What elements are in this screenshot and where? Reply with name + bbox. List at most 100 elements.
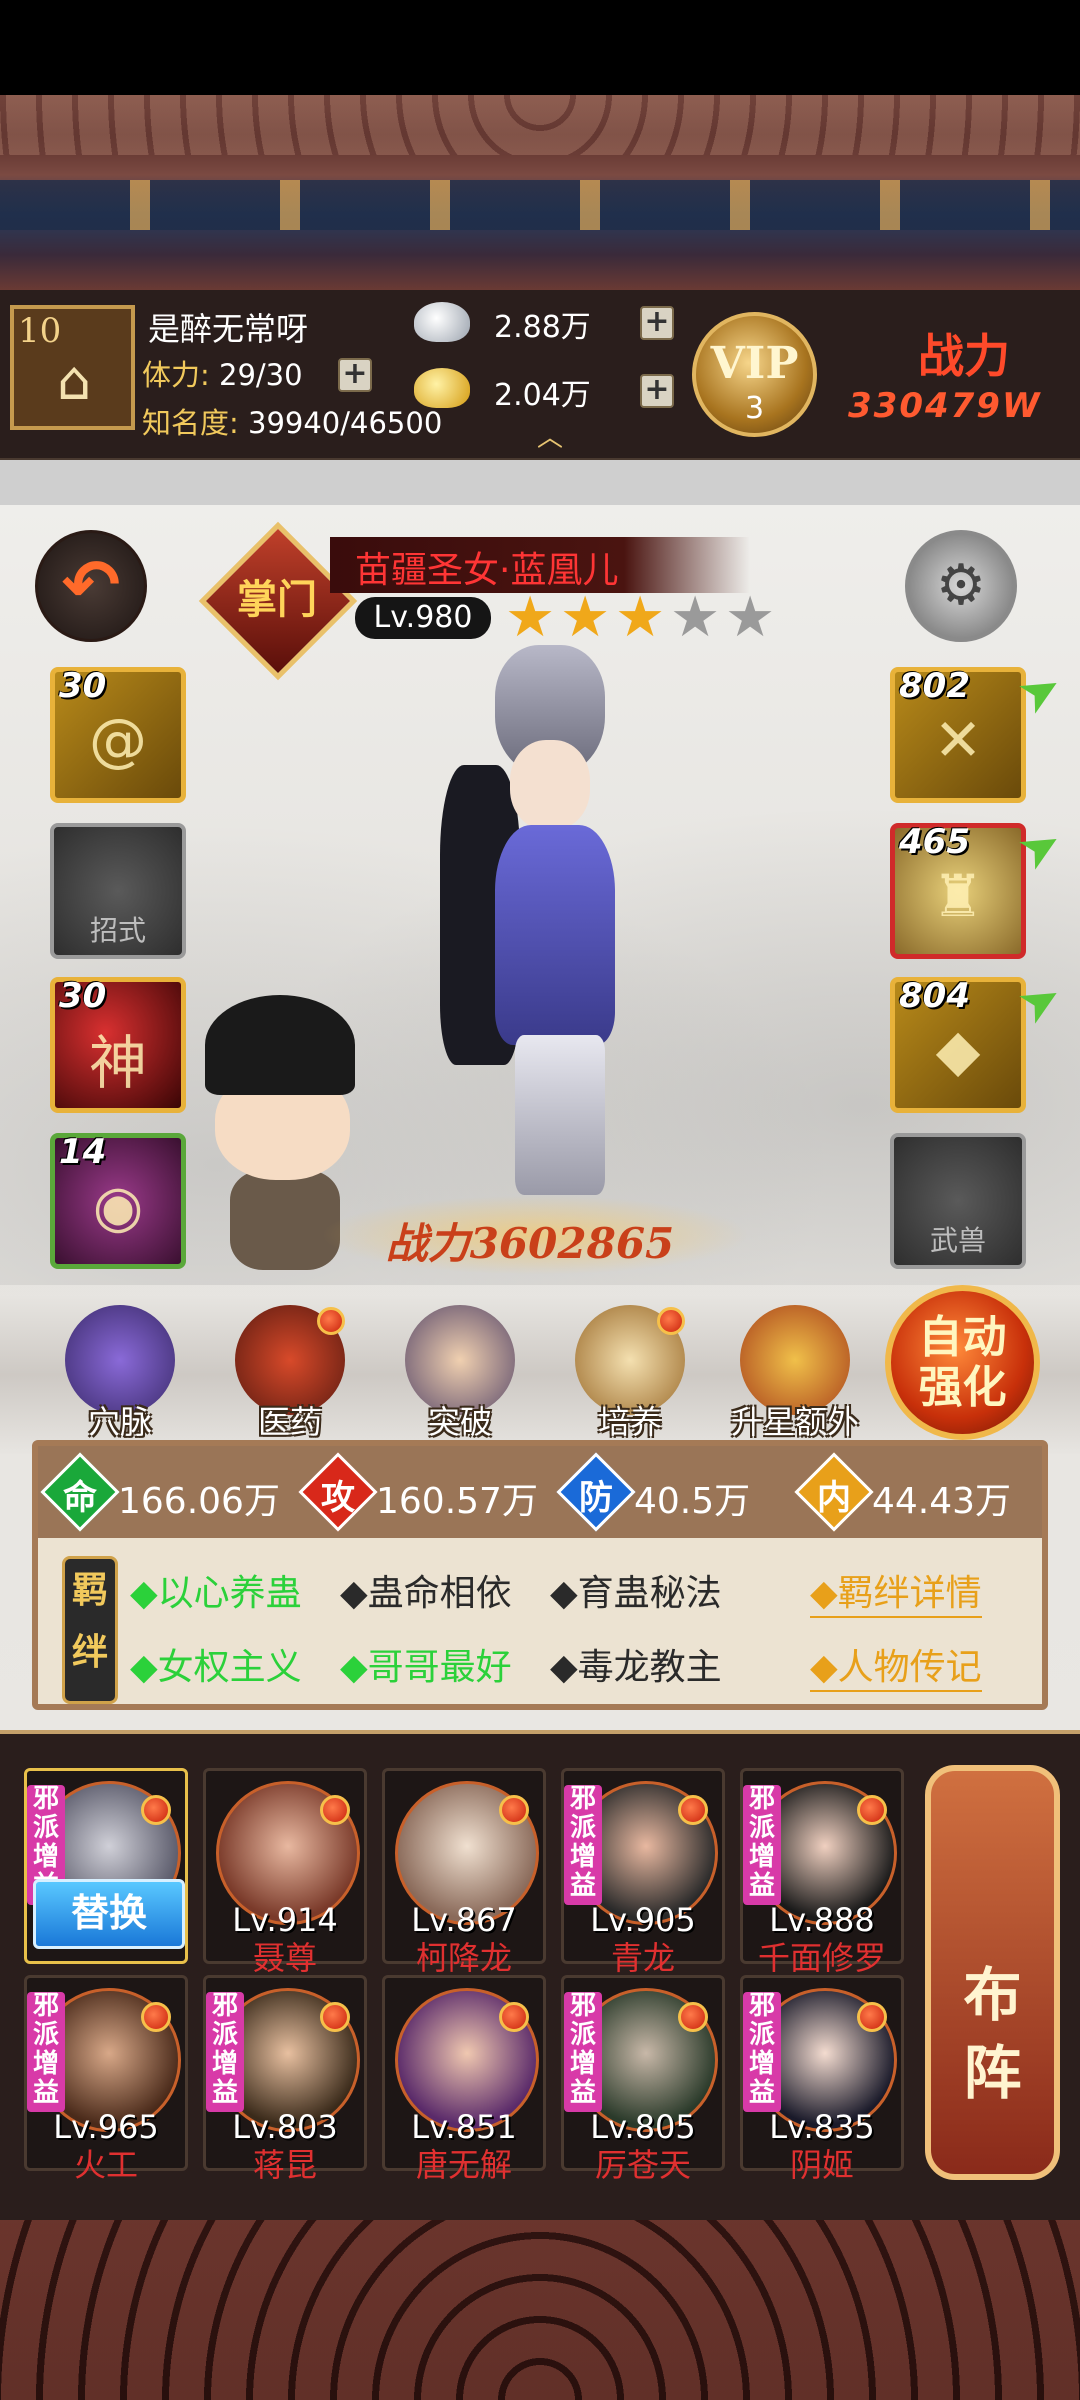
auto-enhance-button[interactable]: 自动 强化 [885,1285,1040,1440]
expand-chevron-icon[interactable]: ︿ [525,425,575,451]
equip-slot-1[interactable]: ✕ 802 ➤ [890,655,1073,803]
hero-card-name: 青龙 [610,1939,675,1977]
faction-tag: 邪派增益 [206,1992,244,2112]
hero-power: 战力3602865 [385,1219,675,1268]
slot-level: 14 [59,1132,107,1172]
function-label: 突破 [427,1403,492,1441]
hero-card[interactable]: 邪派增益 Lv.803 蒋昆 [203,1975,367,2184]
skill-slot-4[interactable]: ◉ 14 [50,1132,186,1269]
beast-slot-empty[interactable]: 武兽 [890,1133,1026,1269]
stamina-value: 29/30 [219,358,303,392]
weapon-icon: ✕ [933,706,983,774]
status-bar [0,0,1080,95]
stat-value: 160.57万 [376,1481,538,1522]
bond-seal: 羁绊 [62,1556,118,1704]
notification-dot [857,1795,887,1825]
stat-value: 166.06万 [118,1481,280,1522]
player-info-bar: 10 ⌂ 是醉无常呀 体力: 29/30 + 知名度: 39940/46500 … [0,290,1080,460]
add-silver-button[interactable]: + [640,306,674,340]
notification-dot [678,1795,708,1825]
auto-enhance-line1: 自动 [918,1312,1007,1363]
hero-card-name: 阴姬 [789,2146,854,2184]
slot-label: 武兽 [929,1224,986,1257]
footer-tiles [0,2220,1080,2400]
medicine-button[interactable]: 医药 [225,1305,355,1450]
notification-dot [499,1795,529,1825]
orb-skill-icon: ◉ [92,1172,144,1240]
hero-card-name: 柯降龙 [415,1939,512,1977]
add-gold-button[interactable]: + [640,374,674,408]
bond-seal-text: 羁绊 [71,1569,108,1673]
star-icon: ★ [615,585,666,650]
player-level: 10 [18,311,62,351]
star-empty-icon: ★ [670,585,721,650]
stat-value: 44.43万 [872,1481,1012,1522]
stat-icon-label: 命 [63,1478,97,1518]
biography-link[interactable]: ◆人物传记 [810,1638,982,1692]
player-name: 是醉无常呀 [148,310,309,348]
stamina-label: 体力: [142,358,210,392]
hero-card[interactable]: Lv.914 聂尊 [203,1768,367,1977]
hero-card[interactable]: Lv.867 柯降龙 [382,1768,546,1977]
acupoint-button[interactable]: 穴脉 [55,1305,185,1450]
vip-badge[interactable]: VIP 3 [692,312,817,437]
hero-card[interactable]: 邪派增益 Lv.905 青龙 [561,1768,725,1977]
hero-card-name: 聂尊 [252,1939,317,1977]
formation-line1: 布 [963,1961,1022,2029]
slot-level: 465 [899,822,970,862]
roof-beams [0,180,1080,230]
gems-icon: ◆ [935,1016,981,1084]
hero-card[interactable]: 邪派增益 Lv.965 火工 [24,1975,188,2184]
notification-dot [141,2002,171,2032]
hero-card[interactable]: 邪派增益 Lv.888 千面修罗 [740,1768,904,1977]
stat-icon-label: 内 [817,1478,851,1518]
breakthrough-button[interactable]: 突破 [395,1305,525,1450]
notification-dot [857,2002,887,2032]
mount-button[interactable]: ⚙ [905,530,1017,642]
stat-icon-label: 防 [579,1478,613,1518]
roof-tiles [0,95,1080,155]
skill-slot-empty[interactable]: 招式 [50,823,186,959]
star-empty-icon: ★ [725,585,776,650]
sect-building-icon: ⌂ [56,349,92,412]
hero-card[interactable]: 邪派增益 Lv.835 阴姬 [740,1975,904,2184]
auto-enhance-line2: 强化 [918,1362,1007,1413]
star-up-extra-button[interactable]: 升星额外 [730,1305,860,1450]
bond-details-link[interactable]: ◆羁绊详情 [810,1564,982,1618]
hero-card-name: 火工 [73,2146,138,2184]
stat-value: 40.5万 [634,1481,751,1522]
skill-slot-1[interactable]: @ 30 [50,666,186,803]
silver-amount: 2.88万 [494,310,591,345]
slot-level: 30 [59,666,107,706]
hero-level: Lv.980 [355,597,491,639]
bond-item: ◆以心养蛊 [130,1573,302,1614]
formation-line2: 阵 [963,2039,1022,2107]
player-avatar[interactable]: 10 ⌂ [10,305,135,430]
cultivate-button[interactable]: 培养 [565,1305,695,1450]
notification-dot [499,2002,529,2032]
hero-card-name: 厉苍天 [594,2146,691,2184]
function-label: 升星额外 [730,1403,859,1441]
add-stamina-button[interactable]: + [338,358,372,392]
skill-slot-3[interactable]: 神 30 [50,976,186,1113]
function-label: 穴脉 [87,1403,152,1441]
bond-item: ◆哥哥最好 [340,1647,512,1688]
slot-level: 802 [899,666,970,706]
hero-card[interactable]: Lv.851 唐无解 [382,1975,546,2184]
armor-icon: ♜ [932,862,984,930]
notification-dot [657,1307,685,1335]
back-button[interactable]: ↶ [35,530,147,642]
notification-dot [678,2002,708,2032]
bond-item: ◆毒龙教主 [550,1647,722,1688]
faction-tag: 邪派增益 [743,1992,781,2112]
faction-tag: 邪派增益 [564,1785,602,1905]
hero-card[interactable]: 邪派增益 Lv.805 厉苍天 [561,1975,725,2184]
equip-slot-3[interactable]: ◆ 804 ➤ [890,965,1073,1113]
gold-amount: 2.04万 [494,378,591,413]
swap-button[interactable]: 替换 [33,1879,185,1949]
formation-button[interactable]: 布 阵 [925,1765,1060,2180]
hero-card-current[interactable]: 邪派增益 替换 [24,1768,188,1964]
bond-item: ◆蛊命相依 [340,1573,512,1614]
equip-slot-2[interactable]: ♜ 465 ➤ [890,811,1073,959]
notification-dot [320,2002,350,2032]
